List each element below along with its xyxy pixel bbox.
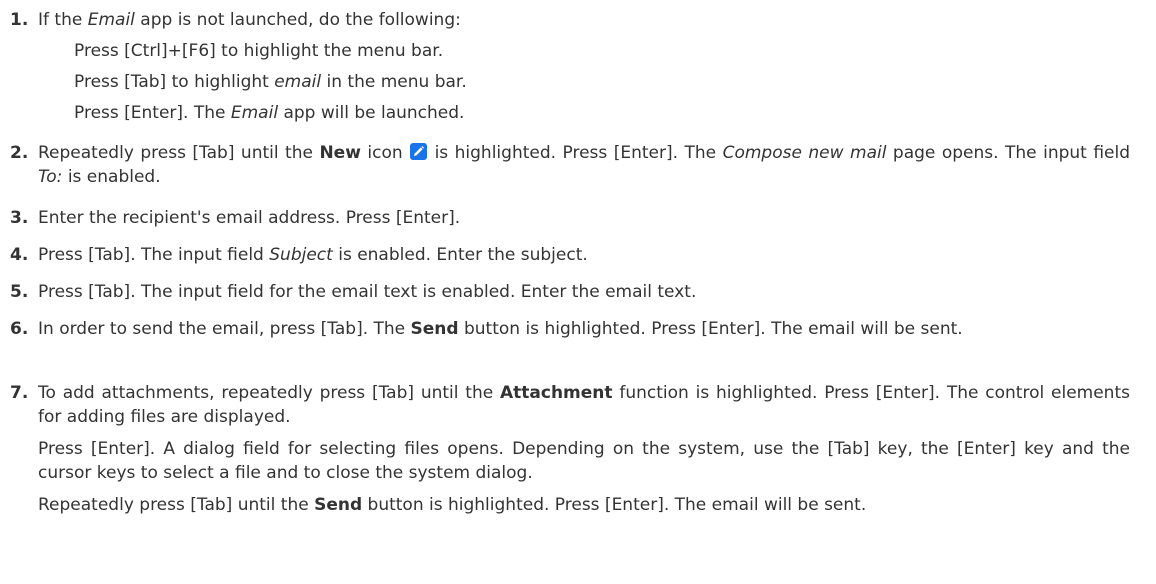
ui-element-name: Send	[410, 319, 459, 339]
step-text: To add attachments, repeatedly press [Ta…	[38, 381, 1130, 517]
text-fragment: If the	[38, 10, 88, 30]
app-name: Email	[87, 10, 135, 30]
instruction-document: 1. If the Email app is not launched, do …	[0, 0, 1156, 584]
step-paragraph: Repeatedly press [Tab] until the Send bu…	[38, 493, 1130, 517]
step-6: 6. In order to send the email, press [Ta…	[10, 317, 1130, 341]
text-fragment: in the menu bar.	[321, 72, 467, 92]
step-text: Repeatedly press [Tab] until the New ico…	[38, 141, 1130, 189]
text-fragment: app will be launched.	[278, 103, 465, 123]
sub-step: Press [Enter]. The Email app will be lau…	[74, 101, 1130, 125]
step-7: 7. To add attachments, repeatedly press …	[10, 381, 1130, 517]
text-fragment: button is highlighted. Press [Enter]. Th…	[458, 319, 963, 339]
step-number: 3.	[10, 208, 29, 228]
text-fragment: In order to send the email, press [Tab].…	[38, 319, 411, 339]
text-fragment: app is not launched, do the following:	[134, 10, 461, 30]
text-fragment: Repeatedly press [Tab] until the	[38, 495, 315, 515]
ui-element-name: Attachment	[500, 383, 613, 403]
text-fragment: page opens. The input field	[886, 143, 1130, 163]
step-paragraph: Press [Enter]. A dialog field for select…	[38, 439, 1130, 483]
step-2: 2. Repeatedly press [Tab] until the New …	[10, 141, 1130, 189]
sub-step: Press [Tab] to highlight email in the me…	[74, 70, 1130, 94]
text-fragment: Press [Tab] to highlight	[74, 72, 275, 92]
page-name: Compose new mail	[722, 143, 887, 163]
text-fragment: To add attachments, repeatedly press [Ta…	[38, 383, 500, 403]
step-number: 7.	[10, 383, 29, 403]
pencil-edit-icon	[410, 143, 428, 160]
text-fragment: button is highlighted. Press [Enter]. Th…	[362, 495, 867, 515]
text-fragment: Press [Ctrl]+[F6] to highlight the menu …	[74, 41, 444, 61]
ui-element-name: Send	[314, 495, 363, 515]
step-text: Press [Tab]. The input field for the ema…	[38, 282, 697, 302]
step-text: Press [Tab]. The input field Subject is …	[38, 243, 1130, 267]
step-text: In order to send the email, press [Tab].…	[38, 317, 1130, 341]
text-fragment: Press [Tab]. The input field	[38, 245, 270, 265]
field-name: To:	[38, 167, 63, 187]
app-name: Email	[230, 103, 279, 123]
step-number: 4.	[10, 245, 29, 265]
step-number: 5.	[10, 282, 29, 302]
text-fragment: icon	[360, 143, 410, 163]
text-fragment: is highlighted. Press [Enter]. The	[428, 143, 723, 163]
text-fragment: Repeatedly press [Tab] until the	[38, 143, 320, 163]
text-fragment: is enabled. Enter the subject.	[332, 245, 588, 265]
sub-step: Press [Ctrl]+[F6] to highlight the menu …	[74, 39, 1130, 63]
step-1: 1. If the Email app is not launched, do …	[10, 8, 1130, 125]
step-3: 3. Enter the recipient's email address. …	[10, 206, 1130, 230]
step-number: 6.	[10, 319, 29, 339]
text-fragment: Press [Enter]. The	[74, 103, 231, 123]
step-text: Enter the recipient's email address. Pre…	[38, 208, 461, 228]
step-text: If the Email app is not launched, do the…	[38, 8, 1130, 125]
field-name: Subject	[269, 245, 333, 265]
ui-element-name: New	[319, 143, 361, 163]
menu-item-name: email	[274, 72, 322, 92]
step-number: 1.	[10, 10, 29, 30]
step-4: 4. Press [Tab]. The input field Subject …	[10, 243, 1130, 267]
step-number: 2.	[10, 143, 29, 163]
text-fragment: is enabled.	[62, 167, 161, 187]
step-5: 5. Press [Tab]. The input field for the …	[10, 280, 1130, 304]
